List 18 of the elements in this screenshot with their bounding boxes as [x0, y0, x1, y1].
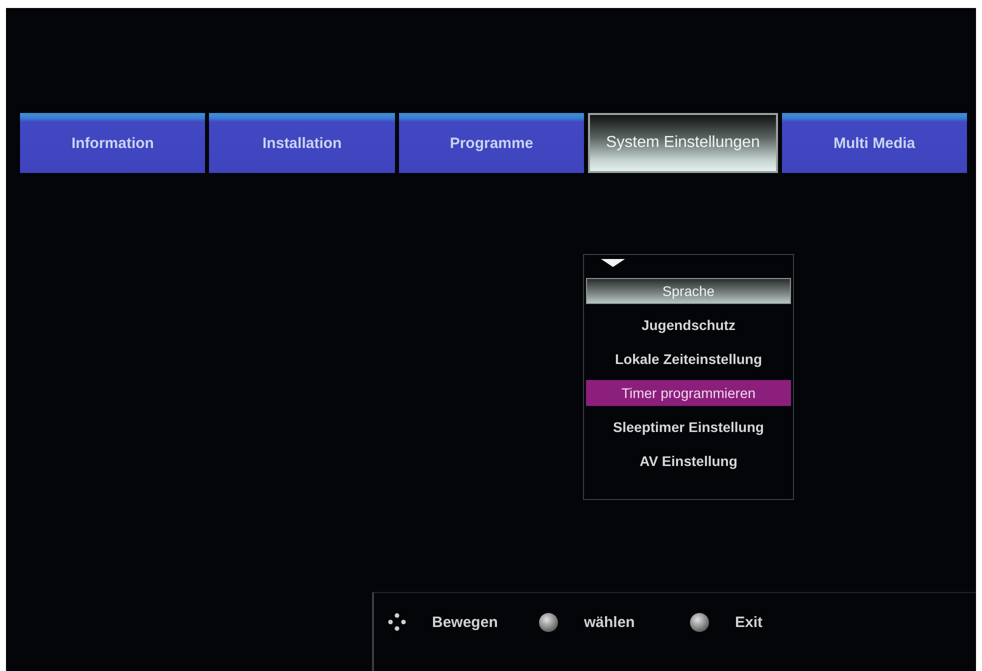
menu-tab[interactable]: Multi Media	[782, 113, 968, 173]
submenu-item[interactable]: Sleeptimer Einstellung	[586, 414, 791, 440]
hint-label: Exit	[735, 614, 763, 631]
round-button-icon	[690, 613, 709, 632]
menu-tab[interactable]: System Einstellungen	[588, 113, 778, 173]
menu-tab[interactable]: Information	[20, 113, 206, 173]
down-triangle-icon	[601, 259, 625, 267]
submenu-item[interactable]: Jugendschutz	[586, 312, 791, 338]
submenu-item[interactable]: Lokale Zeiteinstellung	[586, 346, 791, 372]
dpad-icon	[388, 613, 406, 631]
hint-label: Bewegen	[432, 614, 498, 630]
submenu-item[interactable]: Sprache	[586, 278, 791, 304]
submenu-item[interactable]: AV Einstellung	[586, 448, 791, 474]
hint-label: wählen	[584, 614, 635, 631]
submenu-item[interactable]: Timer programmieren	[586, 380, 791, 406]
round-button-icon	[539, 613, 558, 632]
menu-tab[interactable]: Programme	[398, 113, 584, 173]
menu-tab[interactable]: Installation	[209, 113, 395, 173]
